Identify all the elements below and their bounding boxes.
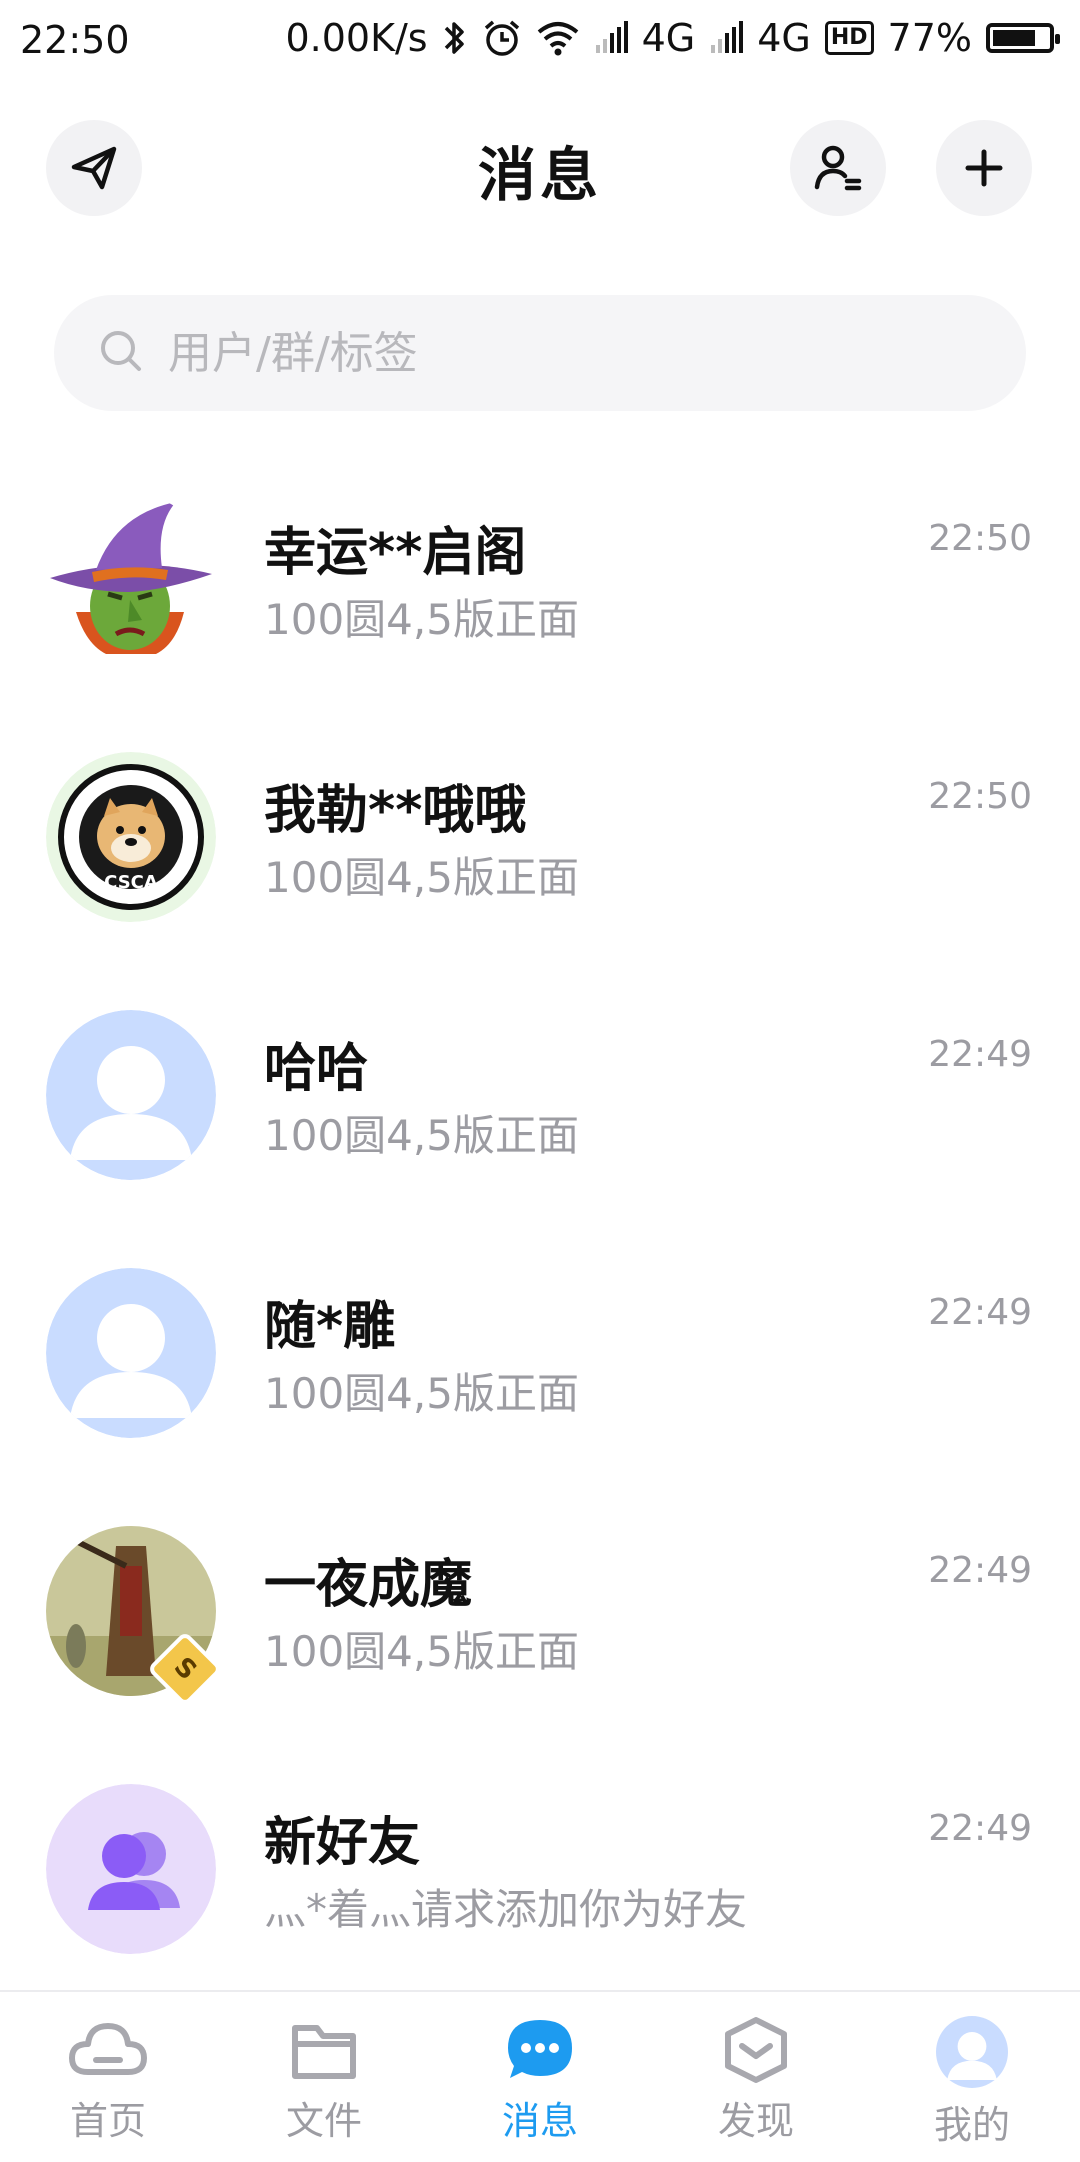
bluetooth-icon [442,18,468,58]
nav-home[interactable]: 首页 [0,1992,216,2162]
conversation-name: 哈哈 [264,1039,369,1099]
conversation-preview: 灬*着灬请求添加你为好友 [264,1885,748,1934]
network-type-1: 4G [641,16,696,60]
discover-icon [725,2017,787,2083]
conversation-name: 新好友 [264,1813,421,1873]
add-button[interactable] [936,120,1032,216]
network-speed: 0.00K/s [285,16,428,60]
conversation-preview: 100圆4,5版正面 [264,1369,579,1418]
battery-fill [993,30,1035,46]
default-user-avatar [46,1010,216,1180]
conversation-time: 22:49 [928,1292,1032,1333]
battery-icon [986,23,1060,53]
conversation-time: 22:49 [928,1808,1032,1849]
page-title: 消息 [477,141,602,209]
conversation-preview: 100圆4,5版正面 [264,595,579,644]
conversation-time: 22:49 [928,1034,1032,1075]
nav-me[interactable]: 我的 [864,1992,1080,2162]
battery-percent: 77% [887,16,972,60]
signal-1-icon [594,21,628,55]
contacts-button[interactable] [790,120,886,216]
nav-label: 我的 [933,2103,1010,2147]
chat-icon [508,2020,572,2078]
nav-messages[interactable]: 消息 [432,1992,648,2162]
wifi-icon [536,20,580,56]
nav-label: 首页 [69,2099,146,2143]
painting-avatar: S [46,1526,224,1708]
conversation-item[interactable]: 随*雕 100圆4,5版正面 22:49 [0,1224,1080,1482]
search-input[interactable] [166,326,930,380]
svg-text:CSCA: CSCA [104,872,158,893]
status-time: 22:50 [20,18,130,62]
status-bar: 22:50 0.00K/s 4G 4G HD 77% [0,0,1080,84]
conversation-preview: 100圆4,5版正面 [264,1111,579,1160]
search-icon [98,328,144,378]
conversation-name: 幸运**启阁 [264,523,527,583]
default-user-avatar [46,1268,216,1438]
conversation-time: 22:49 [928,1550,1032,1591]
nav-files[interactable]: 文件 [216,1992,432,2162]
conversation-item[interactable]: S 一夜成魔 100圆4,5版正面 22:49 [0,1482,1080,1740]
bottom-nav: 首页 文件 消息 发现 我的 [0,1990,1080,2162]
conversation-item[interactable]: 哈哈 100圆4,5版正面 22:49 [0,966,1080,1224]
conversation-time: 22:50 [928,518,1032,559]
alarm-icon [482,18,522,58]
conversation-preview: 100圆4,5版正面 [264,853,579,902]
contacts-icon [814,145,862,191]
signal-2-icon [709,21,744,55]
conversation-list: 幸运**启阁 100圆4,5版正面 22:50 CSCA 我勒**哦哦 100圆… [0,450,1080,1998]
folder-icon [292,2025,356,2079]
conversation-preview: 100圆4,5版正面 [264,1627,579,1676]
doge-badge-avatar: CSCA [46,752,216,922]
plus-icon [965,149,1003,187]
nav-label: 文件 [285,2099,362,2143]
conversation-item-new-friend[interactable]: 新好友 灬*着灬请求添加你为好友 22:49 [0,1740,1080,1998]
search-bar[interactable] [54,295,1026,411]
status-right: 0.00K/s 4G 4G HD 77% [285,16,1060,60]
nav-discover[interactable]: 发现 [648,1992,864,2162]
witch-avatar [46,494,216,664]
network-type-2: 4G [757,16,811,60]
conversation-name: 一夜成魔 [264,1555,473,1615]
nav-label: 发现 [717,2099,794,2143]
profile-avatar-icon [936,2016,1008,2088]
conversation-time: 22:50 [928,776,1032,817]
cloud-icon [69,2023,147,2075]
nav-label: 消息 [501,2099,578,2143]
conversation-name: 随*雕 [264,1297,396,1357]
conversation-item[interactable]: CSCA 我勒**哦哦 100圆4,5版正面 22:50 [0,708,1080,966]
conversation-item[interactable]: 幸运**启阁 100圆4,5版正面 22:50 [0,450,1080,708]
conversation-name: 我勒**哦哦 [264,781,527,841]
new-friend-avatar [46,1784,216,1954]
header: 消息 [0,110,1080,230]
hd-badge: HD [824,21,874,55]
